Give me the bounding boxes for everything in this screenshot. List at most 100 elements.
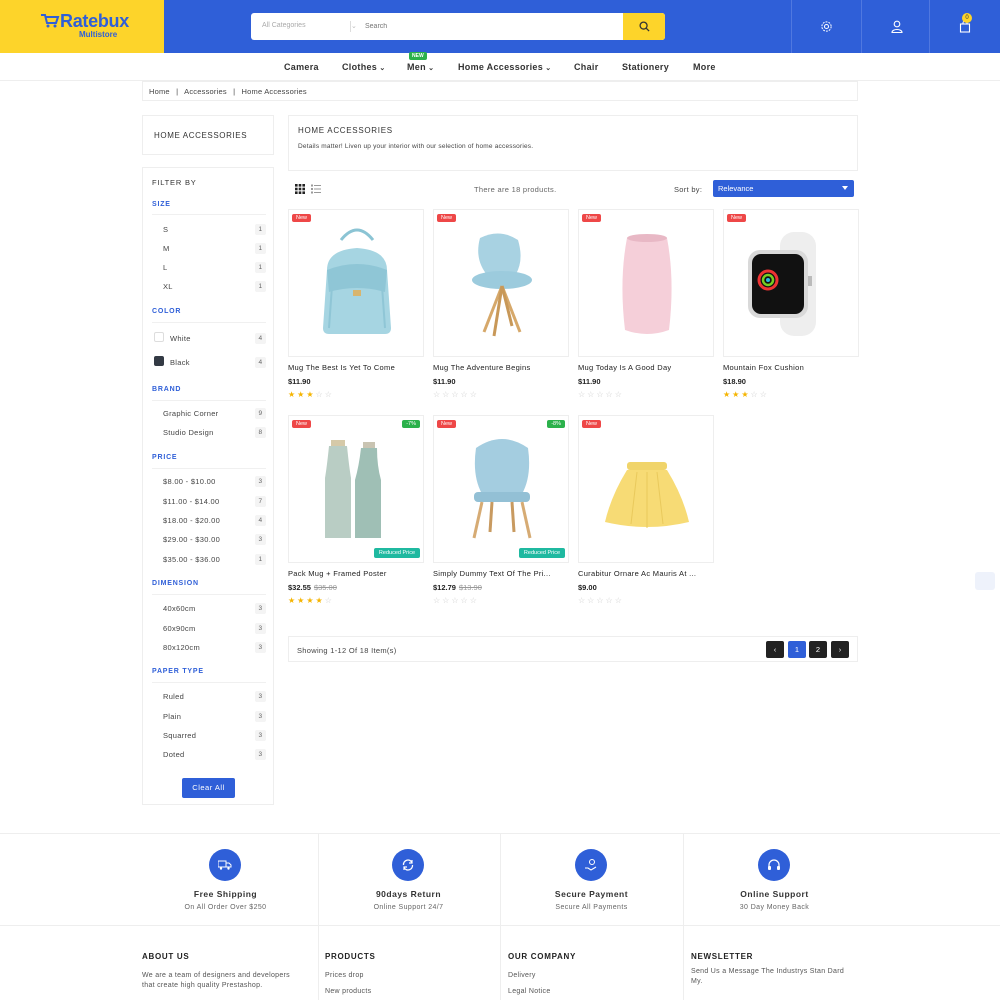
filter-option-paper[interactable]: Ruled 3 [152, 690, 266, 704]
cart-button[interactable]: 0 [929, 0, 1000, 53]
filter-option-size[interactable]: S1 [152, 223, 266, 237]
product-price: $12.79 $13.90 [433, 583, 482, 592]
reduced-price-badge: Reduced Price [373, 548, 420, 558]
product-name[interactable]: Curabitur Ornare Ac Mauris At ... [578, 569, 714, 578]
product-image[interactable]: New [723, 209, 859, 357]
footer-link[interactable]: Delivery [508, 972, 536, 979]
product-image[interactable]: New [288, 209, 424, 357]
search-input[interactable] [365, 13, 615, 40]
new-badge: NEW [409, 52, 427, 60]
new-badge: New [437, 420, 457, 428]
filter-option-size[interactable]: XL 1 [152, 280, 266, 294]
breadcrumb-current: Home Accessories [241, 87, 307, 96]
nav-item-stationery[interactable]: Stationery [622, 62, 669, 72]
filter-option-price[interactable]: $11.00 - $14.00 7 [152, 495, 266, 509]
account-button[interactable] [861, 0, 931, 53]
star-rating: ☆☆☆☆☆ [433, 390, 479, 399]
filter-option-paper[interactable]: Squarred 3 [152, 729, 266, 743]
filter-option-dimension[interactable]: 40x60cm 3 [152, 602, 266, 616]
filter-option-color[interactable]: White 4 [152, 332, 266, 346]
filter-option-dimension[interactable]: 80x120cm 3 [152, 641, 266, 655]
product-image[interactable]: New [578, 415, 714, 563]
star-rating: ★★★☆☆ [288, 390, 334, 399]
product-image[interactable]: New [433, 209, 569, 357]
option-count: 1 [255, 281, 266, 292]
nav-item-chair[interactable]: Chair [574, 62, 599, 72]
prev-page-button[interactable]: ‹ [766, 641, 784, 658]
sidebar-category-title[interactable]: HOME ACCESSORIES [142, 115, 274, 155]
product-image[interactable]: New -7% Reduced Price [288, 415, 424, 563]
nav-item-clothes[interactable]: Clothes ⌄ [342, 62, 386, 72]
product-name[interactable]: Simply Dummy Text Of The Pri... [433, 569, 569, 578]
filter-option-paper[interactable]: Plain 3 [152, 710, 266, 724]
truck-icon [209, 849, 241, 881]
filter-heading-paper-type: PAPER TYPE [152, 668, 204, 675]
product-name[interactable]: Mug The Adventure Begins [433, 363, 569, 372]
nav-item-men[interactable]: Men ⌄ [407, 62, 434, 72]
filter-option-size[interactable]: L1 [152, 261, 266, 275]
option-label: Graphic Corner [163, 409, 219, 418]
filter-option-price[interactable]: $18.00 - $20.00 4 [152, 514, 266, 528]
search-button[interactable] [623, 13, 665, 40]
option-label: Black [170, 358, 190, 367]
search-icon [638, 21, 650, 32]
filter-option-dimension[interactable]: 60x90cm 3 [152, 622, 266, 636]
option-count: 3 [255, 476, 266, 487]
product-image[interactable]: New [578, 209, 714, 357]
page-button[interactable]: 1 [788, 641, 806, 658]
option-label: Doted [163, 750, 185, 759]
scroll-to-top-button[interactable] [975, 572, 995, 590]
category-select[interactable]: All Categories [262, 22, 306, 29]
product-name[interactable]: Pack Mug + Framed Poster [288, 569, 424, 578]
product-name[interactable]: Mug The Best Is Yet To Come [288, 363, 424, 372]
refresh-icon [392, 849, 424, 881]
filter-option-price[interactable]: $35.00 - $36.00 1 [152, 553, 266, 567]
filter-title: FILTER BY [152, 178, 197, 187]
product-name[interactable]: Mug Today Is A Good Day [578, 363, 714, 372]
product-image[interactable]: New -8% Reduced Price [433, 415, 569, 563]
filter-heading-dimension: DIMENSION [152, 580, 199, 587]
option-label: 40x60cm [163, 604, 196, 613]
main-nav: Camera Clothes ⌄ NEW Men ⌄ Home Accessor… [0, 52, 1000, 81]
nav-item-more[interactable]: More [693, 62, 716, 72]
nav-item-home-accessories[interactable]: Home Accessories ⌄ [458, 62, 551, 72]
footer-link[interactable]: Legal Notice [508, 988, 551, 995]
breadcrumb-home[interactable]: Home [149, 87, 170, 96]
sort-value: Relevance [718, 184, 754, 193]
breadcrumb-accessories[interactable]: Accessories [184, 87, 227, 96]
backpack-image [323, 228, 391, 334]
option-count: 3 [255, 623, 266, 634]
new-badge: New [292, 214, 312, 222]
footer-link[interactable]: Prices drop [325, 972, 364, 979]
caret-down-icon [842, 186, 848, 190]
list-view-icon[interactable] [311, 184, 321, 194]
service-item: Online Support 30 Day Money Back [683, 834, 866, 926]
option-count: 1 [255, 224, 266, 235]
grid-view-icon[interactable] [295, 184, 305, 194]
logo[interactable]: Ratebux Multistore [0, 0, 164, 53]
filter-option-size[interactable]: M1 [152, 242, 266, 256]
settings-button[interactable] [791, 0, 861, 53]
footer-heading: OUR COMPANY [508, 952, 576, 961]
footer-about-text: We are a team of designers and developer… [142, 972, 290, 989]
current-price: $11.90 [578, 377, 601, 386]
product-price: $18.90 [723, 377, 746, 386]
footer-link[interactable]: New products [325, 988, 371, 995]
clear-all-button[interactable]: Clear All [182, 778, 235, 798]
filter-option-brand[interactable]: Studio Design 8 [152, 426, 266, 440]
product-name[interactable]: Mountain Fox Cushion [723, 363, 859, 372]
product-price: $9.00 [578, 583, 597, 592]
filter-option-color[interactable]: Black 4 [152, 356, 266, 370]
filter-option-price[interactable]: $8.00 - $10.00 3 [152, 475, 266, 489]
page-button[interactable]: 2 [809, 641, 827, 658]
sort-select[interactable]: Relevance [713, 180, 854, 197]
filter-option-price[interactable]: $29.00 - $30.00 3 [152, 533, 266, 547]
filter-option-brand[interactable]: Graphic Corner 9 [152, 407, 266, 421]
filter-heading-color: COLOR [152, 308, 182, 315]
option-count: 3 [255, 711, 266, 722]
divider [318, 926, 319, 1000]
vase-image [622, 234, 672, 334]
nav-item-camera[interactable]: Camera [284, 62, 319, 72]
next-page-button[interactable]: › [831, 641, 849, 658]
filter-option-paper[interactable]: Doted 3 [152, 748, 266, 762]
